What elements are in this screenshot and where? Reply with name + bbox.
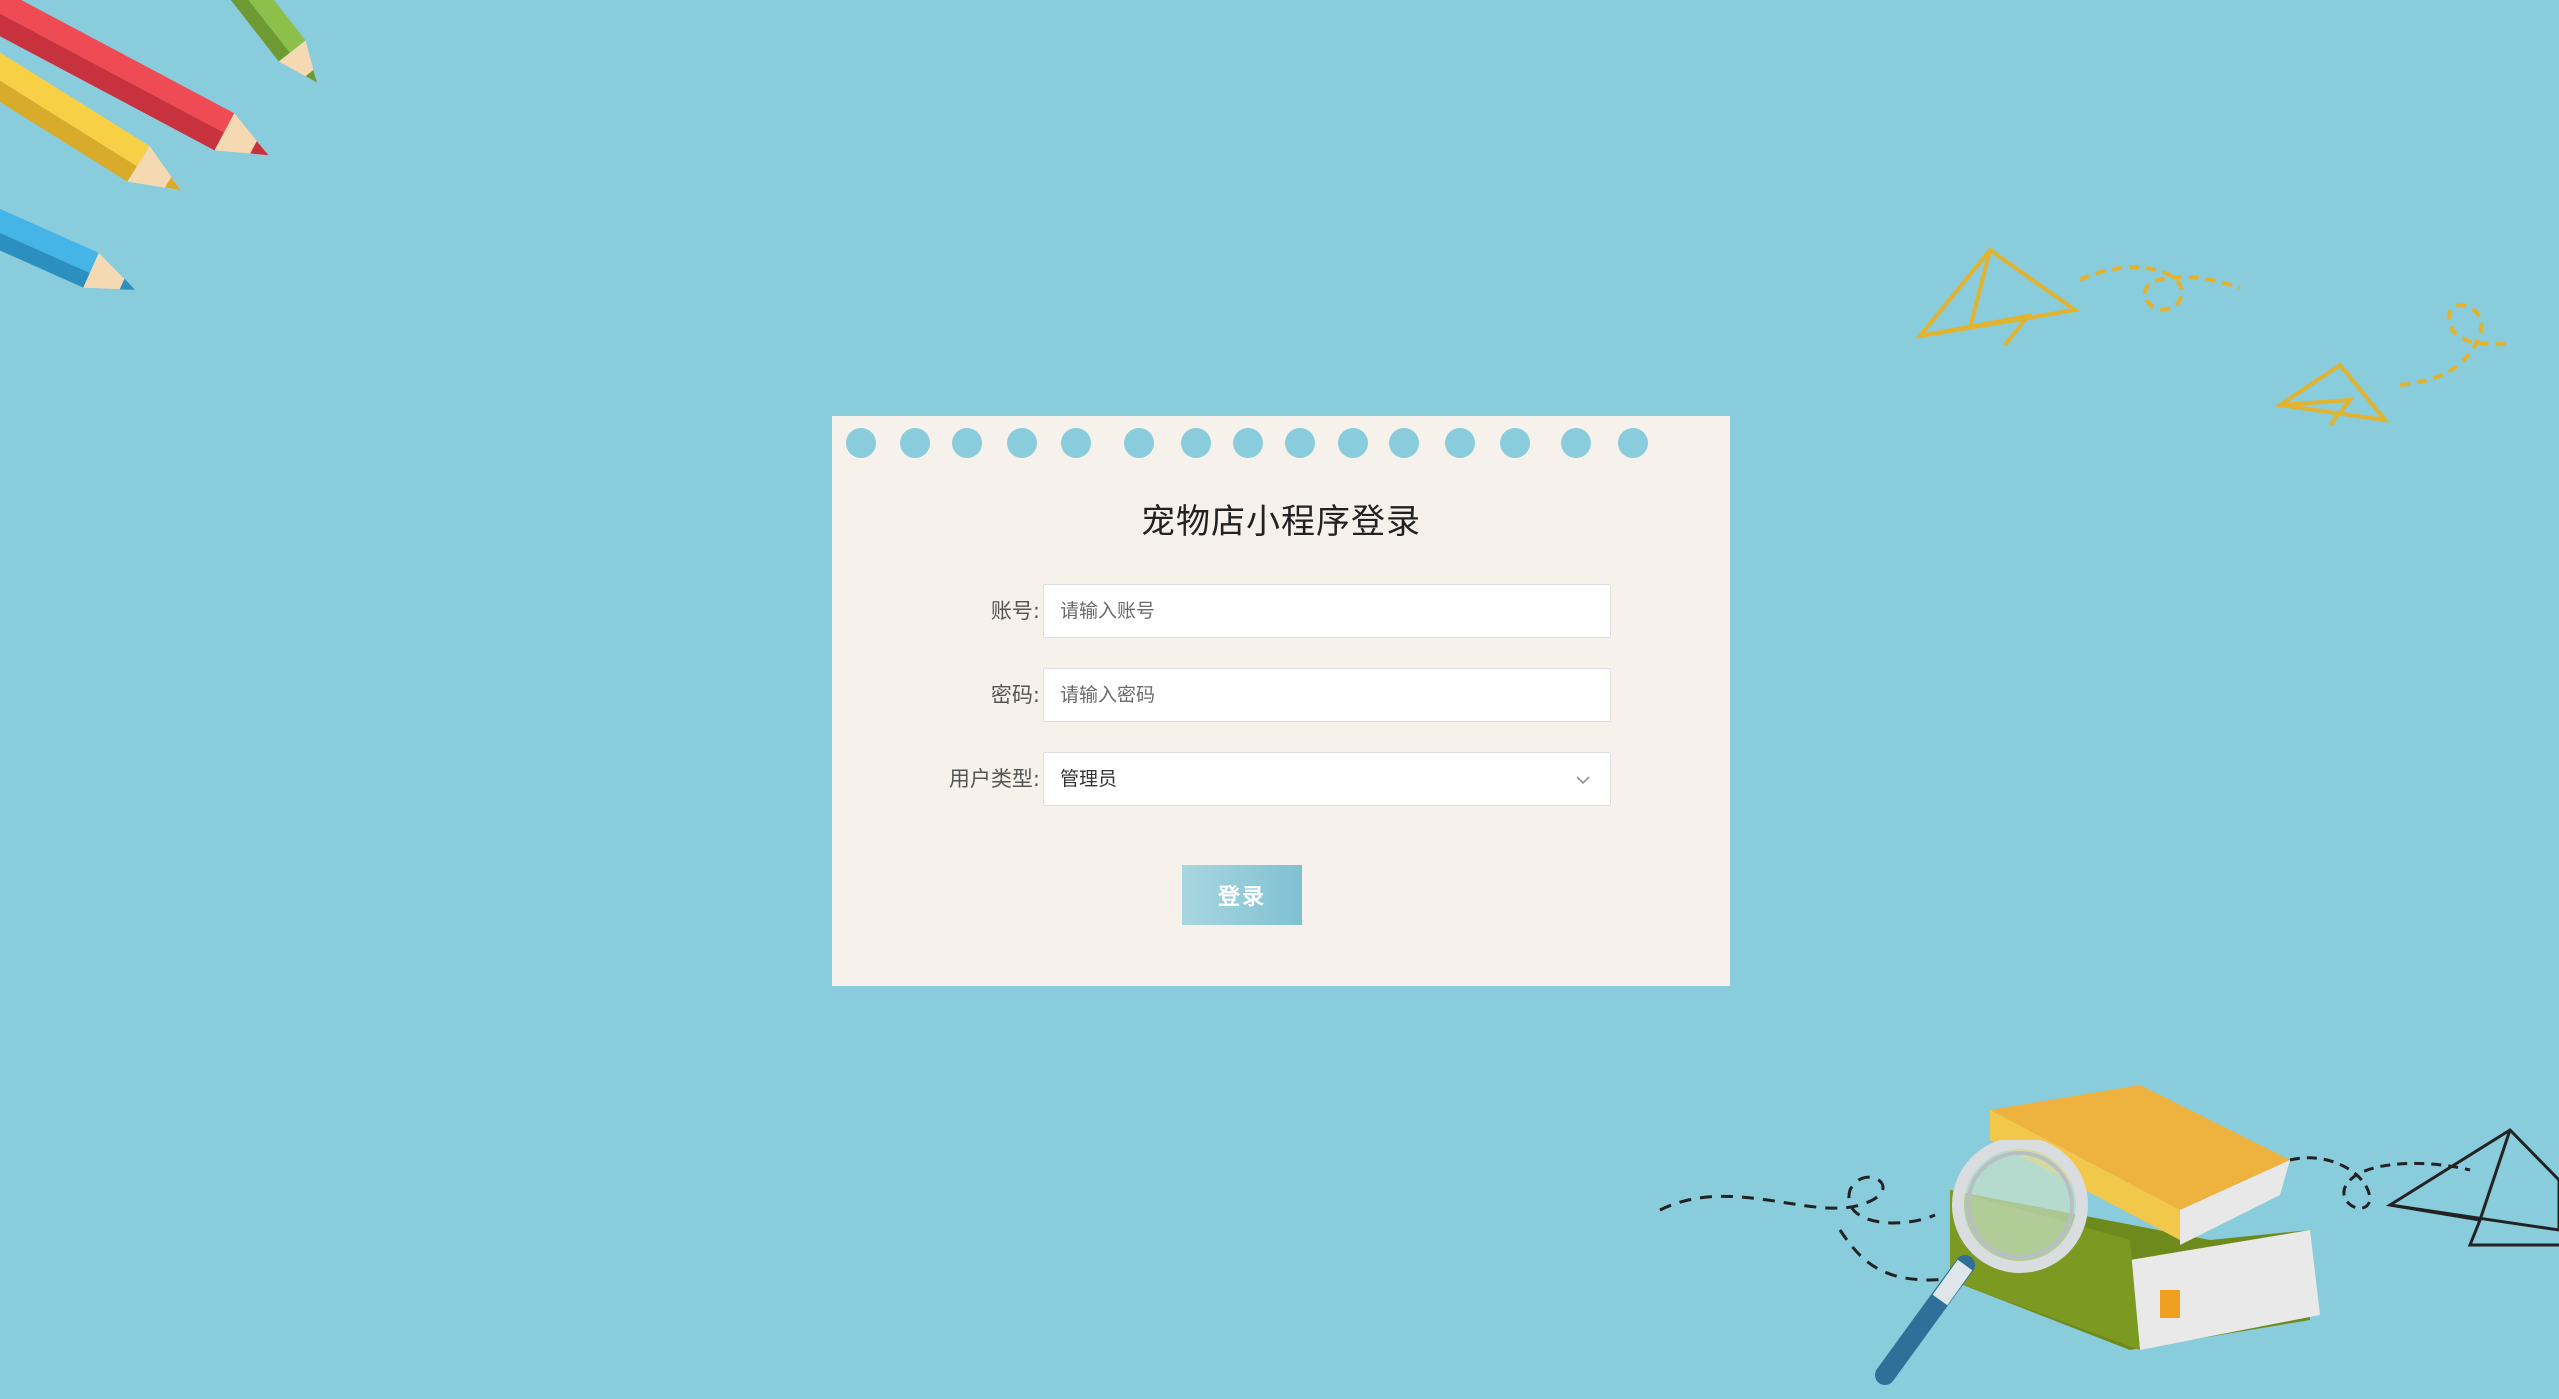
chevron-down-icon [1576,776,1590,785]
paper-plane-icon [1915,247,2510,427]
account-label: 账号: [990,599,1040,623]
login-page: 宠物店小程序登录 账号: 密码: 用户类型: 管理员 登录 [0,0,2559,1399]
pencils-illustration [0,0,317,290]
login-button[interactable]: 登录 [1182,865,1302,925]
magnifier-icon [1875,1140,2088,1385]
account-row: 账号: [832,584,1730,638]
password-input[interactable] [1043,668,1611,722]
password-label: 密码: [990,683,1040,707]
usertype-row: 用户类型: 管理员 [832,752,1730,806]
notebook-holes [846,428,1648,458]
login-card: 宠物店小程序登录 账号: 密码: 用户类型: 管理员 登录 [832,416,1730,986]
usertype-select[interactable]: 管理员 [1043,752,1611,806]
usertype-value: 管理员 [1060,768,1118,790]
usertype-label: 用户类型: [948,767,1040,791]
page-title: 宠物店小程序登录 [1141,502,1421,542]
password-row: 密码: [832,668,1730,722]
account-input[interactable] [1043,584,1611,638]
